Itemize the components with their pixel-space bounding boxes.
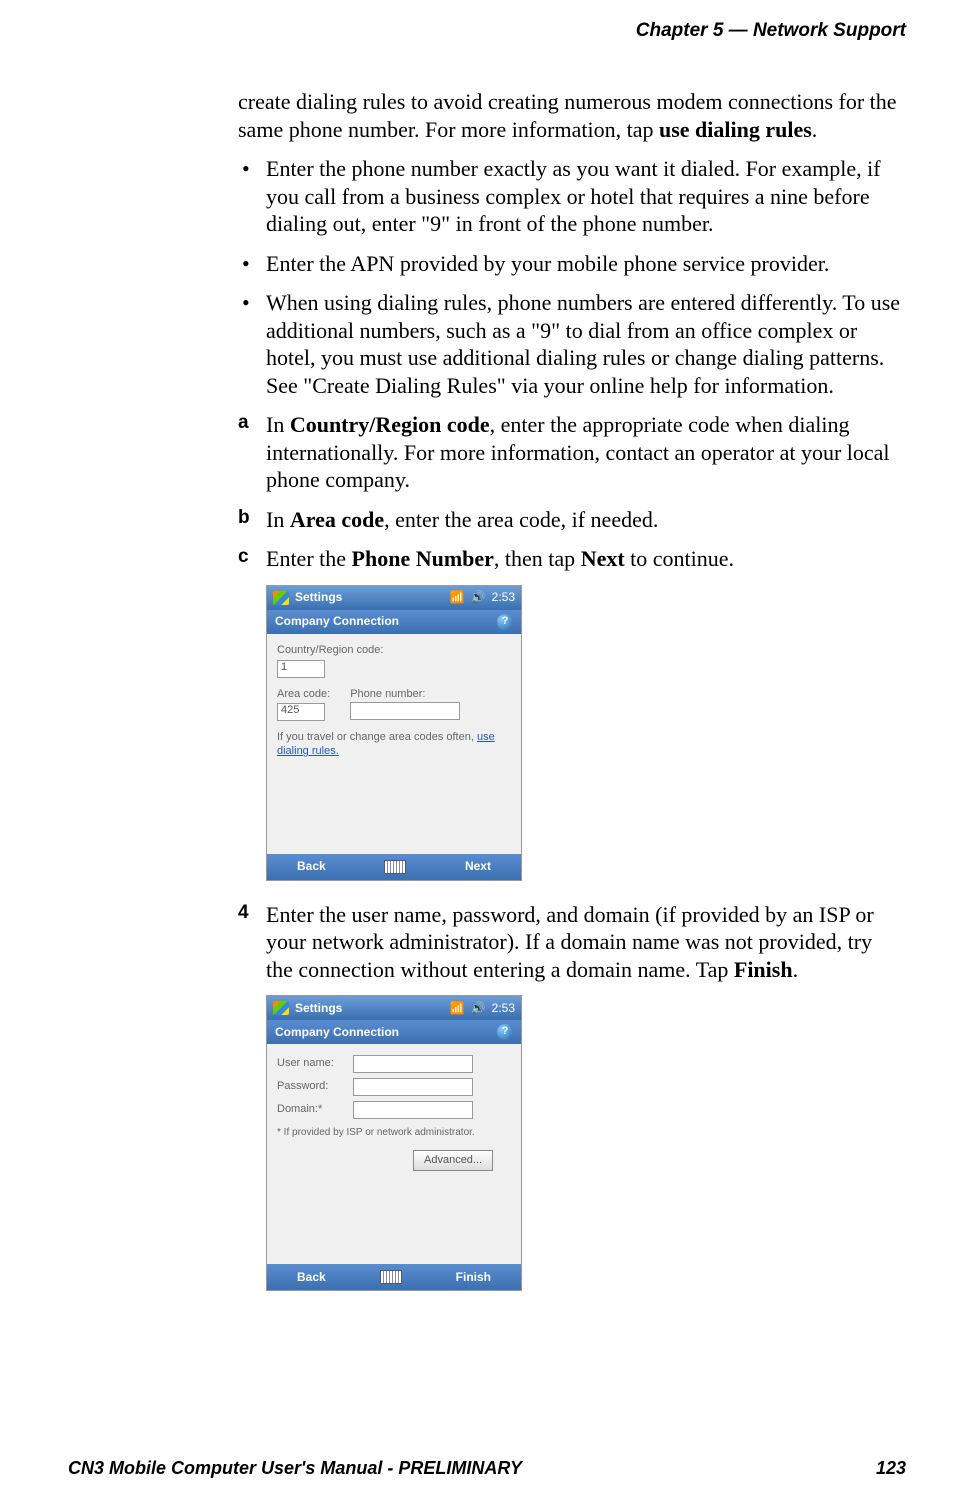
ss2-pass-input[interactable] [353, 1078, 473, 1096]
volume-icon: 🔊 [471, 590, 486, 605]
step-4-bold: Finish [734, 957, 793, 982]
step-b: b In Area code, enter the area code, if … [238, 506, 904, 534]
ss1-phone-label: Phone number: [350, 688, 460, 702]
footer-left: CN3 Mobile Computer User's Manual - PREL… [68, 1458, 522, 1479]
ss1-status-icons: 📶 🔊 2:53 [450, 590, 515, 605]
ss1-note: If you travel or change area codes often… [277, 730, 511, 759]
help-icon[interactable]: ? [497, 614, 513, 630]
step-4-post: . [793, 957, 799, 982]
bullet-item: When using dialing rules, phone numbers … [238, 289, 904, 399]
ss1-body: Country/Region code: 1 Area code: 425 Ph… [267, 634, 521, 854]
intro-text-2: . [812, 117, 818, 142]
bullet-item: Enter the phone number exactly as you wa… [238, 155, 904, 238]
ss2-body: User name: Password: Domain:* * If provi… [267, 1044, 521, 1264]
step-b-bold: Area code [290, 507, 384, 532]
step-b-label: b [238, 506, 250, 530]
volume-icon: 🔊 [471, 1001, 486, 1016]
ss1-phone-input[interactable] [350, 702, 460, 720]
ss1-bottombar: Back Next [267, 854, 521, 880]
step-c-pre: Enter the [266, 546, 352, 571]
ss1-area-label: Area code: [277, 688, 330, 702]
step-4: 4 Enter the user name, password, and dom… [238, 901, 904, 984]
signal-icon: 📶 [450, 590, 465, 605]
step-b-post: , enter the area code, if needed. [384, 507, 658, 532]
ss1-next-button[interactable]: Next [465, 859, 491, 874]
ss2-advanced-button[interactable]: Advanced... [413, 1150, 493, 1172]
ss1-conn: Company Connection [275, 614, 399, 629]
ss2-status-icons: 📶 🔊 2:53 [450, 1001, 515, 1016]
screenshot-1: Settings 📶 🔊 2:53 Company Connection ? C… [266, 585, 522, 881]
screenshot-2: Settings 📶 🔊 2:53 Company Connection ? U… [266, 995, 522, 1291]
keyboard-icon[interactable] [384, 860, 406, 874]
signal-icon: 📶 [450, 1001, 465, 1016]
intro-bold: use dialing rules [659, 117, 812, 142]
keyboard-icon[interactable] [380, 1270, 402, 1284]
windows-flag-icon [273, 1001, 289, 1015]
intro-paragraph: create dialing rules to avoid creating n… [238, 88, 904, 143]
step-c-mid: , then tap [494, 546, 581, 571]
ss2-time: 2:53 [492, 1001, 515, 1016]
step-a-label: a [238, 411, 249, 435]
footer-right: 123 [876, 1458, 906, 1479]
ss2-title: Settings [295, 1001, 450, 1016]
ss1-back-button[interactable]: Back [297, 859, 326, 874]
ss1-titlebar: Settings 📶 🔊 2:53 [267, 586, 521, 610]
windows-flag-icon [273, 591, 289, 605]
step-4-label: 4 [238, 901, 249, 925]
ss2-bottombar: Back Finish [267, 1264, 521, 1290]
main-content: create dialing rules to avoid creating n… [238, 88, 904, 1311]
ss2-back-button[interactable]: Back [297, 1270, 326, 1285]
step-c-label: c [238, 545, 249, 569]
step-b-pre: In [266, 507, 290, 532]
ss2-conn: Company Connection [275, 1025, 399, 1040]
ss1-area-input[interactable]: 425 [277, 703, 325, 721]
ss2-footnote: * If provided by ISP or network administ… [277, 1127, 511, 1140]
ss2-user-input[interactable] [353, 1055, 473, 1073]
bullet-item: Enter the APN provided by your mobile ph… [238, 250, 904, 278]
ss1-country-input[interactable]: 1 [277, 660, 325, 678]
ss2-pass-label: Password: [277, 1080, 353, 1094]
ss2-domain-label: Domain:* [277, 1103, 353, 1117]
step-c-bold1: Phone Number [352, 546, 494, 571]
step-c: c Enter the Phone Number, then tap Next … [238, 545, 904, 573]
step-c-post: to continue. [625, 546, 734, 571]
ss1-subbar: Company Connection ? [267, 610, 521, 634]
ss2-finish-button[interactable]: Finish [456, 1270, 491, 1285]
ss2-subbar: Company Connection ? [267, 1020, 521, 1044]
bullet-list: Enter the phone number exactly as you wa… [238, 155, 904, 399]
step-a-bold: Country/Region code [290, 412, 490, 437]
step-a-pre: In [266, 412, 290, 437]
ss2-user-label: User name: [277, 1057, 353, 1071]
step-a: a In Country/Region code, enter the appr… [238, 411, 904, 494]
page-header: Chapter 5 — Network Support [636, 20, 906, 42]
ss2-titlebar: Settings 📶 🔊 2:53 [267, 996, 521, 1020]
ss2-domain-input[interactable] [353, 1101, 473, 1119]
step-c-bold2: Next [581, 546, 625, 571]
ss1-title: Settings [295, 590, 450, 605]
help-icon[interactable]: ? [497, 1024, 513, 1040]
ss1-country-label: Country/Region code: [277, 644, 511, 658]
ss1-time: 2:53 [492, 590, 515, 605]
ss1-note-pre: If you travel or change area codes often… [277, 731, 477, 743]
